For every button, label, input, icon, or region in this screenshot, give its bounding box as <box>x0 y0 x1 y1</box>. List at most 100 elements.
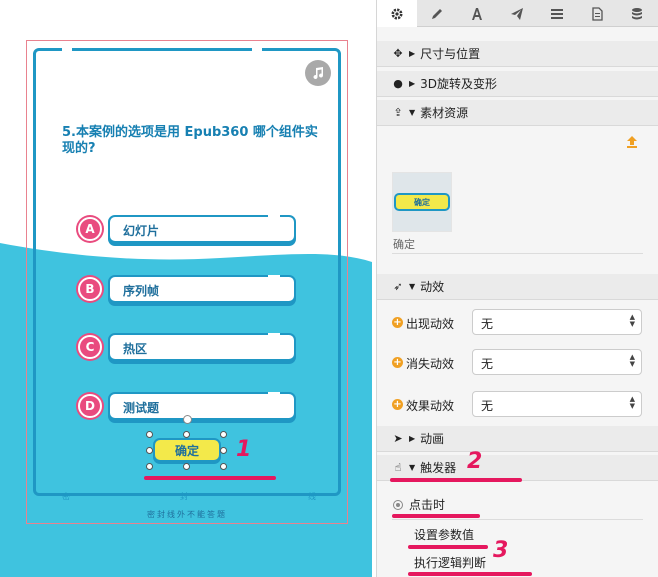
select-arrows-icon: ▲ ▼ <box>629 353 635 368</box>
upload-asset-icon[interactable] <box>625 135 639 149</box>
resize-handle[interactable] <box>146 431 153 438</box>
trigger-event-click[interactable]: 点击时 <box>393 496 445 513</box>
section-size-position[interactable]: ✥ ▶ 尺寸与位置 <box>377 41 658 67</box>
effect-label: 出现动效 <box>406 317 455 331</box>
radio-icon <box>393 499 403 510</box>
question-card-frame <box>33 48 341 496</box>
caret-down-icon: ▼ <box>409 108 416 117</box>
resize-handle[interactable] <box>146 447 153 454</box>
option-label: 序列帧 <box>123 284 160 298</box>
asset-name: 确定 <box>393 238 415 251</box>
section-title: 动画 <box>420 432 445 446</box>
select-value: 无 <box>481 357 494 371</box>
plus-icon[interactable]: + <box>392 357 403 368</box>
caret-right-icon: ▶ <box>409 49 416 58</box>
seal-line-footer: 密封线外不能答题 <box>147 510 227 519</box>
annotation-number: 1 <box>236 437 252 462</box>
trigger-action-logic[interactable]: 执行逻辑判断 <box>414 554 486 571</box>
annotation-underline <box>144 476 276 480</box>
paper-plane-icon <box>511 7 523 20</box>
section-effects[interactable]: ➶ ▼ 动效 <box>377 274 658 300</box>
resize-handle[interactable] <box>220 431 227 438</box>
effect-select[interactable]: 无 ▲ ▼ <box>472 349 642 375</box>
resize-handle[interactable] <box>220 463 227 470</box>
move-icon: ✥ <box>393 47 403 60</box>
select-value: 无 <box>481 399 494 413</box>
effect-row-enter: + 出现动效 无 ▲ ▼ <box>377 308 658 338</box>
section-title: 素材资源 <box>420 106 469 120</box>
section-animation[interactable]: ➤ ▶ 动画 <box>377 426 658 452</box>
resize-handle[interactable] <box>146 463 153 470</box>
editor-canvas[interactable]: 密 封 线 密封线外不能答题 5.本案例的选项是用 Epub360 哪个组件实现… <box>0 0 372 577</box>
tab-data[interactable] <box>617 0 657 27</box>
caret-right-icon: ▶ <box>409 434 416 443</box>
panel-tabs <box>377 0 658 27</box>
option-c[interactable]: C 热区 <box>78 333 296 361</box>
font-icon <box>472 7 482 20</box>
hand-pointer-icon: ☝ <box>394 461 402 474</box>
globe-icon: ● <box>393 77 403 90</box>
select-value: 无 <box>481 317 494 331</box>
effect-select[interactable]: 无 ▲ ▼ <box>472 391 642 417</box>
option-letter: B <box>78 277 102 301</box>
effect-label: 消失动效 <box>406 357 455 371</box>
pencil-icon <box>432 8 442 19</box>
tab-edit[interactable] <box>417 0 457 27</box>
section-title: 动效 <box>420 280 445 294</box>
confirm-button[interactable]: 确定 <box>153 438 221 462</box>
music-note-icon <box>313 67 324 80</box>
effect-row-exit: + 消失动效 无 ▲ ▼ <box>377 348 658 378</box>
rocket-icon: ➶ <box>393 280 403 293</box>
asset-thumbnail[interactable]: 确定 <box>392 172 452 232</box>
divider <box>392 253 643 254</box>
effect-label: 效果动效 <box>406 399 455 413</box>
plus-icon[interactable]: + <box>392 399 403 410</box>
document-icon <box>592 6 603 21</box>
tab-layers[interactable] <box>537 0 577 27</box>
option-b[interactable]: B 序列帧 <box>78 275 296 303</box>
annotation-underline <box>408 545 488 549</box>
music-button[interactable] <box>305 60 331 86</box>
section-assets[interactable]: ⇪ ▼ 素材资源 <box>377 100 658 126</box>
property-panel: ✥ ▶ 尺寸与位置 ● ▶ 3D旋转及变形 ⇪ ▼ 素材资源 确定 确定 ➶ ▼… <box>376 0 658 577</box>
annotation-underline <box>392 514 480 518</box>
section-3d-rotate[interactable]: ● ▶ 3D旋转及变形 <box>377 71 658 97</box>
annotation-number: 3 <box>493 538 509 563</box>
caret-down-icon: ▼ <box>409 463 416 472</box>
resize-handle[interactable] <box>220 447 227 454</box>
option-a[interactable]: A 幻灯片 <box>78 215 296 243</box>
option-letter: A <box>78 217 102 241</box>
database-icon <box>632 7 642 19</box>
plus-icon[interactable]: + <box>392 317 403 328</box>
divider <box>392 519 643 520</box>
seal-line-label: 线 <box>308 492 316 501</box>
tab-text[interactable] <box>457 0 497 27</box>
seal-line-label: 密 <box>62 492 70 501</box>
gear-icon <box>391 8 403 19</box>
annotation-underline <box>408 572 532 576</box>
option-pill[interactable]: 测试题 <box>108 392 296 420</box>
effect-row-emphasis: + 效果动效 无 ▲ ▼ <box>377 390 658 420</box>
option-label: 测试题 <box>123 401 160 415</box>
option-label: 热区 <box>123 342 148 356</box>
resize-handle[interactable] <box>183 463 190 470</box>
tab-interaction[interactable] <box>497 0 537 27</box>
annotation-number: 2 <box>467 449 483 474</box>
frame-gap <box>62 46 72 52</box>
tab-settings[interactable] <box>377 0 417 27</box>
option-pill[interactable]: 序列帧 <box>108 275 296 303</box>
section-title: 尺寸与位置 <box>420 47 481 61</box>
rotate-handle[interactable] <box>183 415 192 424</box>
section-title: 触发器 <box>420 461 457 475</box>
option-pill[interactable]: 幻灯片 <box>108 215 296 243</box>
caret-right-icon: ▶ <box>409 79 416 88</box>
resize-handle[interactable] <box>183 431 190 438</box>
tab-page[interactable] <box>577 0 617 27</box>
option-pill[interactable]: 热区 <box>108 333 296 361</box>
asset-thumbnail-preview: 确定 <box>394 193 450 211</box>
effect-select[interactable]: 无 ▲ ▼ <box>472 309 642 335</box>
trigger-action-set-param[interactable]: 设置参数值 <box>414 526 474 543</box>
seal-line-label: 封 <box>180 492 188 501</box>
selected-element[interactable]: 确定 <box>146 431 227 470</box>
caret-down-icon: ▼ <box>409 282 416 291</box>
